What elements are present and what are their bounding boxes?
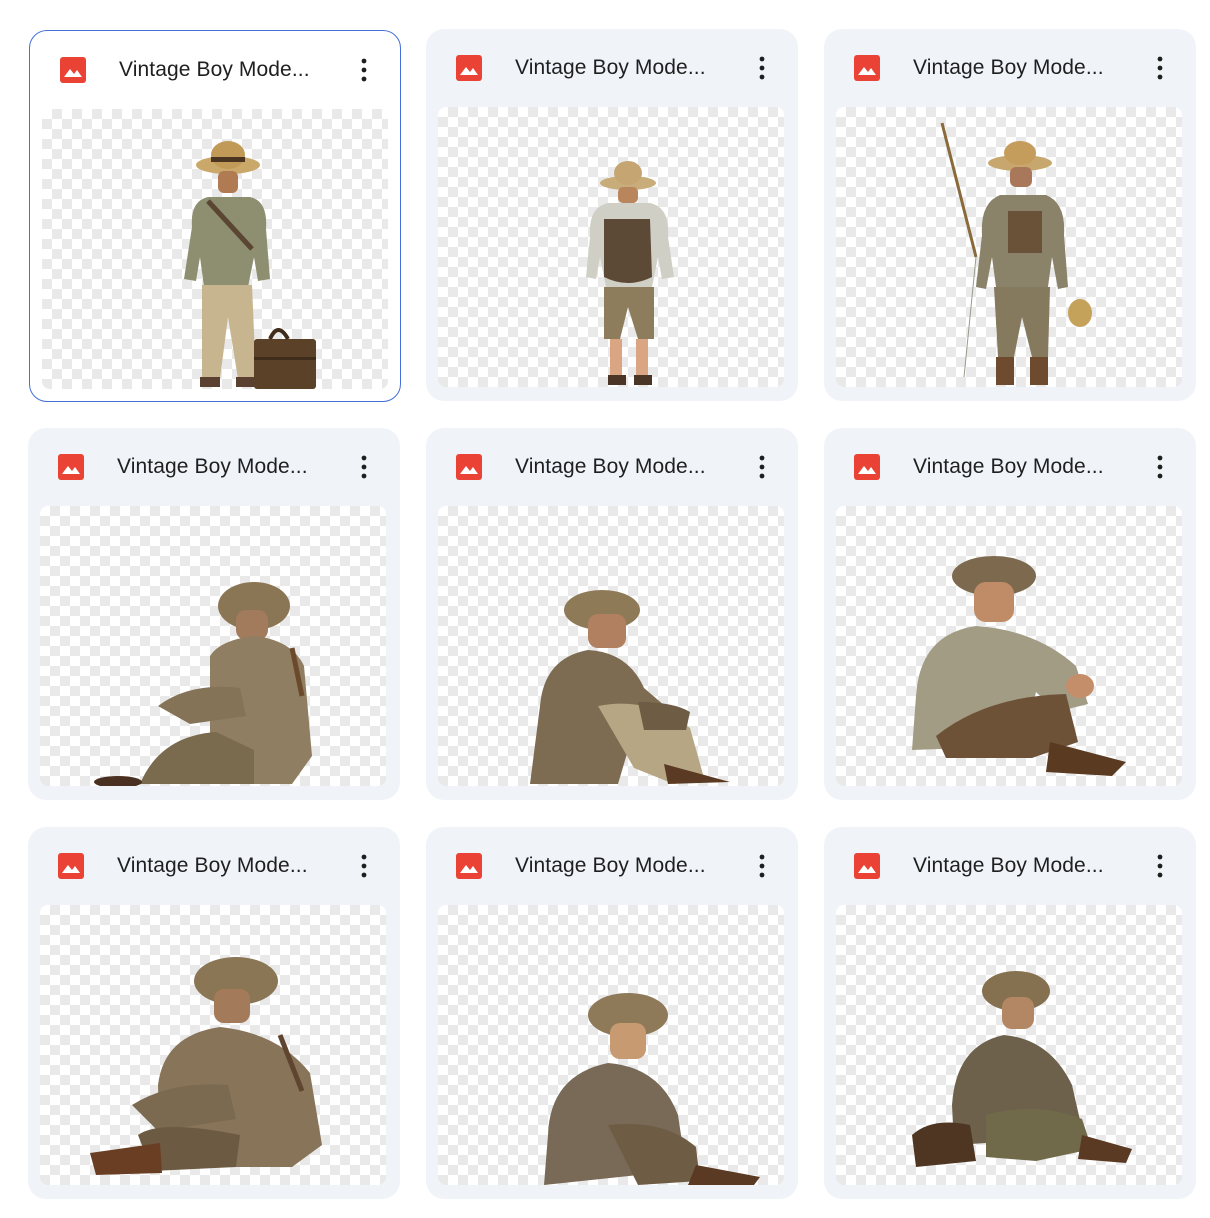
file-card-header: Vintage Boy Mode...	[426, 29, 798, 107]
more-options-button[interactable]	[744, 50, 780, 86]
file-card-header: Vintage Boy Mode...	[824, 29, 1196, 107]
file-name: Vintage Boy Mode...	[515, 455, 706, 478]
boy-sitting-three-quarter-image	[90, 957, 322, 1175]
file-thumbnail	[40, 905, 386, 1185]
file-thumbnail	[438, 905, 784, 1185]
boy-sitting-back-image	[94, 582, 312, 786]
file-thumbnail	[836, 107, 1182, 387]
file-name: Vintage Boy Mode...	[117, 455, 308, 478]
file-thumbnail	[438, 107, 784, 387]
boy-standing-suitcase-image	[184, 141, 316, 389]
file-card-header: Vintage Boy Mode...	[824, 827, 1196, 905]
file-card-header: Vintage Boy Mode...	[28, 428, 400, 506]
more-options-button[interactable]	[744, 848, 780, 884]
image-file-icon	[854, 454, 880, 480]
file-card[interactable]: Vintage Boy Mode...	[824, 428, 1196, 800]
image-file-icon	[58, 853, 84, 879]
more-vert-icon	[361, 58, 367, 82]
file-thumbnail	[438, 506, 784, 786]
more-options-button[interactable]	[1142, 449, 1178, 485]
file-card[interactable]: Vintage Boy Mode...	[426, 428, 798, 800]
file-name: Vintage Boy Mode...	[913, 56, 1104, 79]
file-thumbnail	[836, 506, 1182, 786]
more-options-button[interactable]	[346, 52, 382, 88]
more-vert-icon	[759, 56, 765, 80]
image-file-icon	[456, 853, 482, 879]
file-card-header: Vintage Boy Mode...	[30, 31, 400, 109]
file-card-header: Vintage Boy Mode...	[824, 428, 1196, 506]
more-options-button[interactable]	[744, 449, 780, 485]
file-card[interactable]: Vintage Boy Mode...	[28, 428, 400, 800]
file-name: Vintage Boy Mode...	[515, 854, 706, 877]
file-card-header: Vintage Boy Mode...	[426, 428, 798, 506]
more-options-button[interactable]	[1142, 50, 1178, 86]
more-vert-icon	[759, 455, 765, 479]
image-file-icon	[456, 454, 482, 480]
image-file-icon	[58, 454, 84, 480]
file-card-header: Vintage Boy Mode...	[28, 827, 400, 905]
file-card[interactable]: Vintage Boy Mode...	[426, 29, 798, 401]
more-vert-icon	[1157, 56, 1163, 80]
file-name: Vintage Boy Mode...	[515, 56, 706, 79]
file-card[interactable]: Vintage Boy Mode...	[426, 827, 798, 1199]
file-grid: Vintage Boy Mode... Vintage Boy Mode... …	[0, 0, 1210, 1218]
boy-sitting-bag-image	[912, 971, 1132, 1167]
file-card[interactable]: Vintage Boy Mode...	[824, 827, 1196, 1199]
image-file-icon	[854, 853, 880, 879]
file-card[interactable]: Vintage Boy Mode...	[28, 827, 400, 1199]
image-file-icon	[456, 55, 482, 81]
more-vert-icon	[1157, 854, 1163, 878]
image-file-icon	[60, 57, 86, 83]
file-name: Vintage Boy Mode...	[913, 455, 1104, 478]
file-name: Vintage Boy Mode...	[117, 854, 308, 877]
more-options-button[interactable]	[1142, 848, 1178, 884]
file-thumbnail	[40, 506, 386, 786]
image-file-icon	[854, 55, 880, 81]
boy-fishing-rod-image	[940, 122, 1092, 385]
file-card[interactable]: Vintage Boy Mode...	[824, 29, 1196, 401]
boy-sitting-side-image	[530, 590, 730, 784]
file-thumbnail	[42, 109, 388, 389]
boy-walking-backpack-image	[586, 161, 674, 385]
file-name: Vintage Boy Mode...	[119, 58, 310, 81]
boy-sitting-profile-image	[544, 993, 760, 1185]
file-card[interactable]: Vintage Boy Mode...	[29, 30, 401, 402]
more-vert-icon	[361, 854, 367, 878]
boy-sitting-front-image	[912, 556, 1126, 776]
file-name: Vintage Boy Mode...	[913, 854, 1104, 877]
more-vert-icon	[1157, 455, 1163, 479]
file-thumbnail	[836, 905, 1182, 1185]
more-options-button[interactable]	[346, 848, 382, 884]
more-vert-icon	[361, 455, 367, 479]
more-options-button[interactable]	[346, 449, 382, 485]
file-card-header: Vintage Boy Mode...	[426, 827, 798, 905]
more-vert-icon	[759, 854, 765, 878]
